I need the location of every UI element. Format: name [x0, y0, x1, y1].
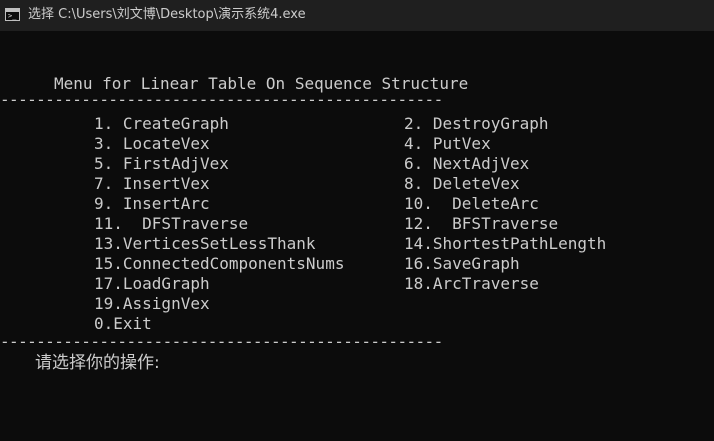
menu-item: 5. FirstAdjVex	[94, 154, 229, 173]
menu-item: 4. PutVex	[404, 134, 491, 153]
menu-item: 18.ArcTraverse	[404, 274, 539, 293]
menu-item: 7. InsertVex	[94, 174, 210, 193]
title-bar[interactable]: >_ 选择 C:\Users\刘文博\Desktop\演示系统4.exe	[0, 0, 714, 31]
menu-item: 15.ConnectedComponentsNums	[94, 254, 345, 273]
menu-item: 14.ShortestPathLength	[404, 234, 607, 253]
menu-item: 9. InsertArc	[94, 194, 210, 213]
console-icon: >_	[5, 8, 20, 21]
menu-item: 17.LoadGraph	[94, 274, 210, 293]
window-title: 选择 C:\Users\刘文博\Desktop\演示系统4.exe	[28, 7, 306, 22]
menu-item: 6. NextAdjVex	[404, 154, 530, 173]
menu-item: 13.VerticesSetLessThank	[94, 234, 316, 253]
separator-top: ----------------------------------------…	[0, 90, 443, 109]
input-prompt: 请选择你的操作:	[35, 353, 160, 373]
menu-item-exit: 0.Exit	[94, 314, 152, 333]
menu-item: 2. DestroyGraph	[404, 114, 549, 133]
menu-item: 1. CreateGraph	[94, 114, 229, 133]
menu-item: 19.AssignVex	[94, 294, 210, 313]
console-output[interactable]: Menu for Linear Table On Sequence Struct…	[0, 31, 714, 441]
menu-item: 8. DeleteVex	[404, 174, 520, 193]
menu-item: 11. DFSTraverse	[94, 214, 249, 233]
menu-item: 3. LocateVex	[94, 134, 210, 153]
menu-item: 16.SaveGraph	[404, 254, 520, 273]
menu-item: 10. DeleteArc	[404, 194, 539, 213]
menu-item: 12. BFSTraverse	[404, 214, 559, 233]
separator-bottom: ----------------------------------------…	[0, 332, 443, 351]
console-window: >_ 选择 C:\Users\刘文博\Desktop\演示系统4.exe Men…	[0, 0, 714, 441]
